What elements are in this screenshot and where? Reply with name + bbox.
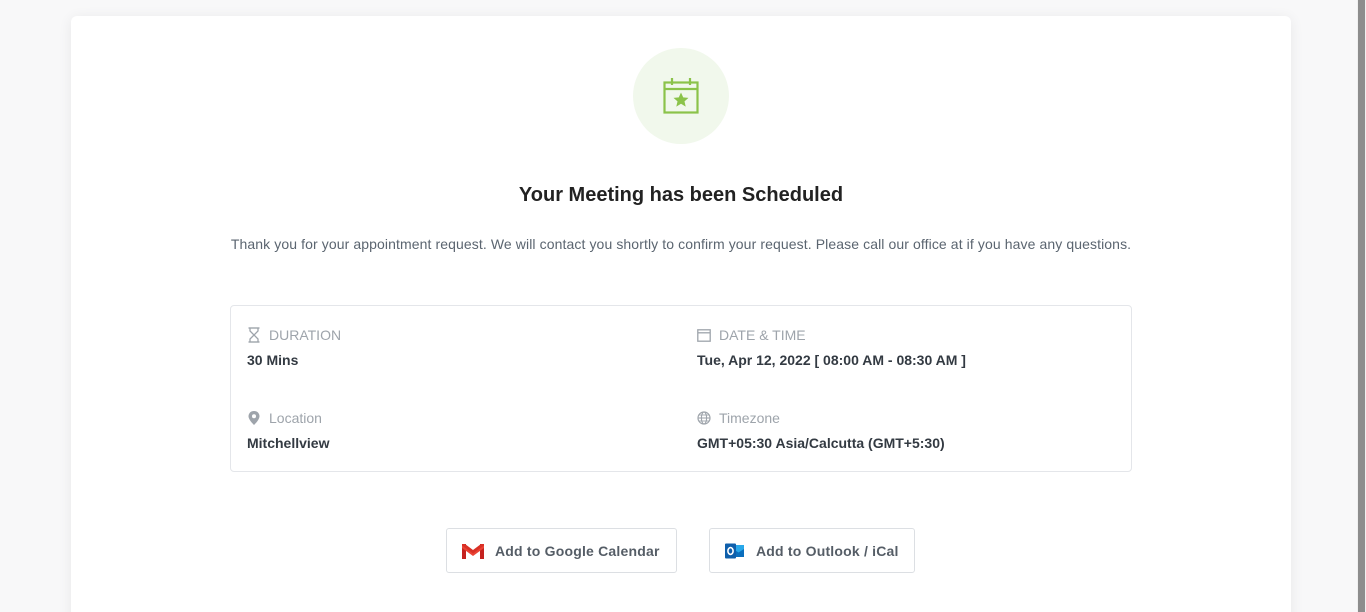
- add-to-google-calendar-label: Add to Google Calendar: [495, 542, 660, 559]
- add-to-outlook-ical-button[interactable]: Add to Outlook / iCal: [709, 528, 915, 573]
- map-pin-icon: [248, 411, 260, 425]
- duration-value: 30 Mins: [247, 352, 299, 368]
- calendar-star-icon: [663, 78, 699, 114]
- calendar-icon: [697, 329, 711, 342]
- add-to-outlook-ical-label: Add to Outlook / iCal: [756, 542, 899, 559]
- page: Your Meeting has been Scheduled Thank yo…: [0, 0, 1366, 612]
- timezone-value: GMT+05:30 Asia/Calcutta (GMT+5:30): [697, 435, 945, 451]
- add-to-google-calendar-button[interactable]: Add to Google Calendar: [446, 528, 677, 573]
- timezone-label: Timezone: [719, 410, 780, 426]
- hourglass-icon: [248, 327, 260, 343]
- gmail-icon: [462, 543, 484, 559]
- globe-icon: [697, 411, 711, 425]
- confirmation-card: Your Meeting has been Scheduled Thank yo…: [71, 16, 1291, 612]
- outlook-icon: [725, 543, 744, 558]
- meeting-details-box: DURATION 30 Mins DATE & TIME Tue, Apr 12…: [230, 305, 1132, 472]
- duration-label-row: DURATION: [247, 326, 341, 344]
- confirmation-icon-circle: [633, 48, 729, 144]
- location-label: Location: [269, 410, 322, 426]
- location-value: Mitchellview: [247, 435, 330, 451]
- timezone-detail: Timezone GMT+05:30 Asia/Calcutta (GMT+5:…: [697, 409, 945, 451]
- datetime-label: DATE & TIME: [719, 327, 806, 343]
- location-detail: Location Mitchellview: [247, 409, 329, 451]
- datetime-detail: DATE & TIME Tue, Apr 12, 2022 [ 08:00 AM…: [697, 326, 966, 368]
- page-scrollbar[interactable]: [1357, 0, 1366, 612]
- location-label-row: Location: [247, 409, 329, 427]
- scrollbar-thumb[interactable]: [1358, 0, 1365, 612]
- duration-detail: DURATION 30 Mins: [247, 326, 341, 368]
- confirmation-title: Your Meeting has been Scheduled: [518, 184, 844, 206]
- duration-label: DURATION: [269, 327, 342, 343]
- confirmation-message: Thank you for your appointment request. …: [230, 236, 1132, 252]
- timezone-label-row: Timezone: [697, 409, 945, 427]
- datetime-value: Tue, Apr 12, 2022 [ 08:00 AM - 08:30 AM …: [697, 352, 966, 368]
- datetime-label-row: DATE & TIME: [697, 326, 966, 344]
